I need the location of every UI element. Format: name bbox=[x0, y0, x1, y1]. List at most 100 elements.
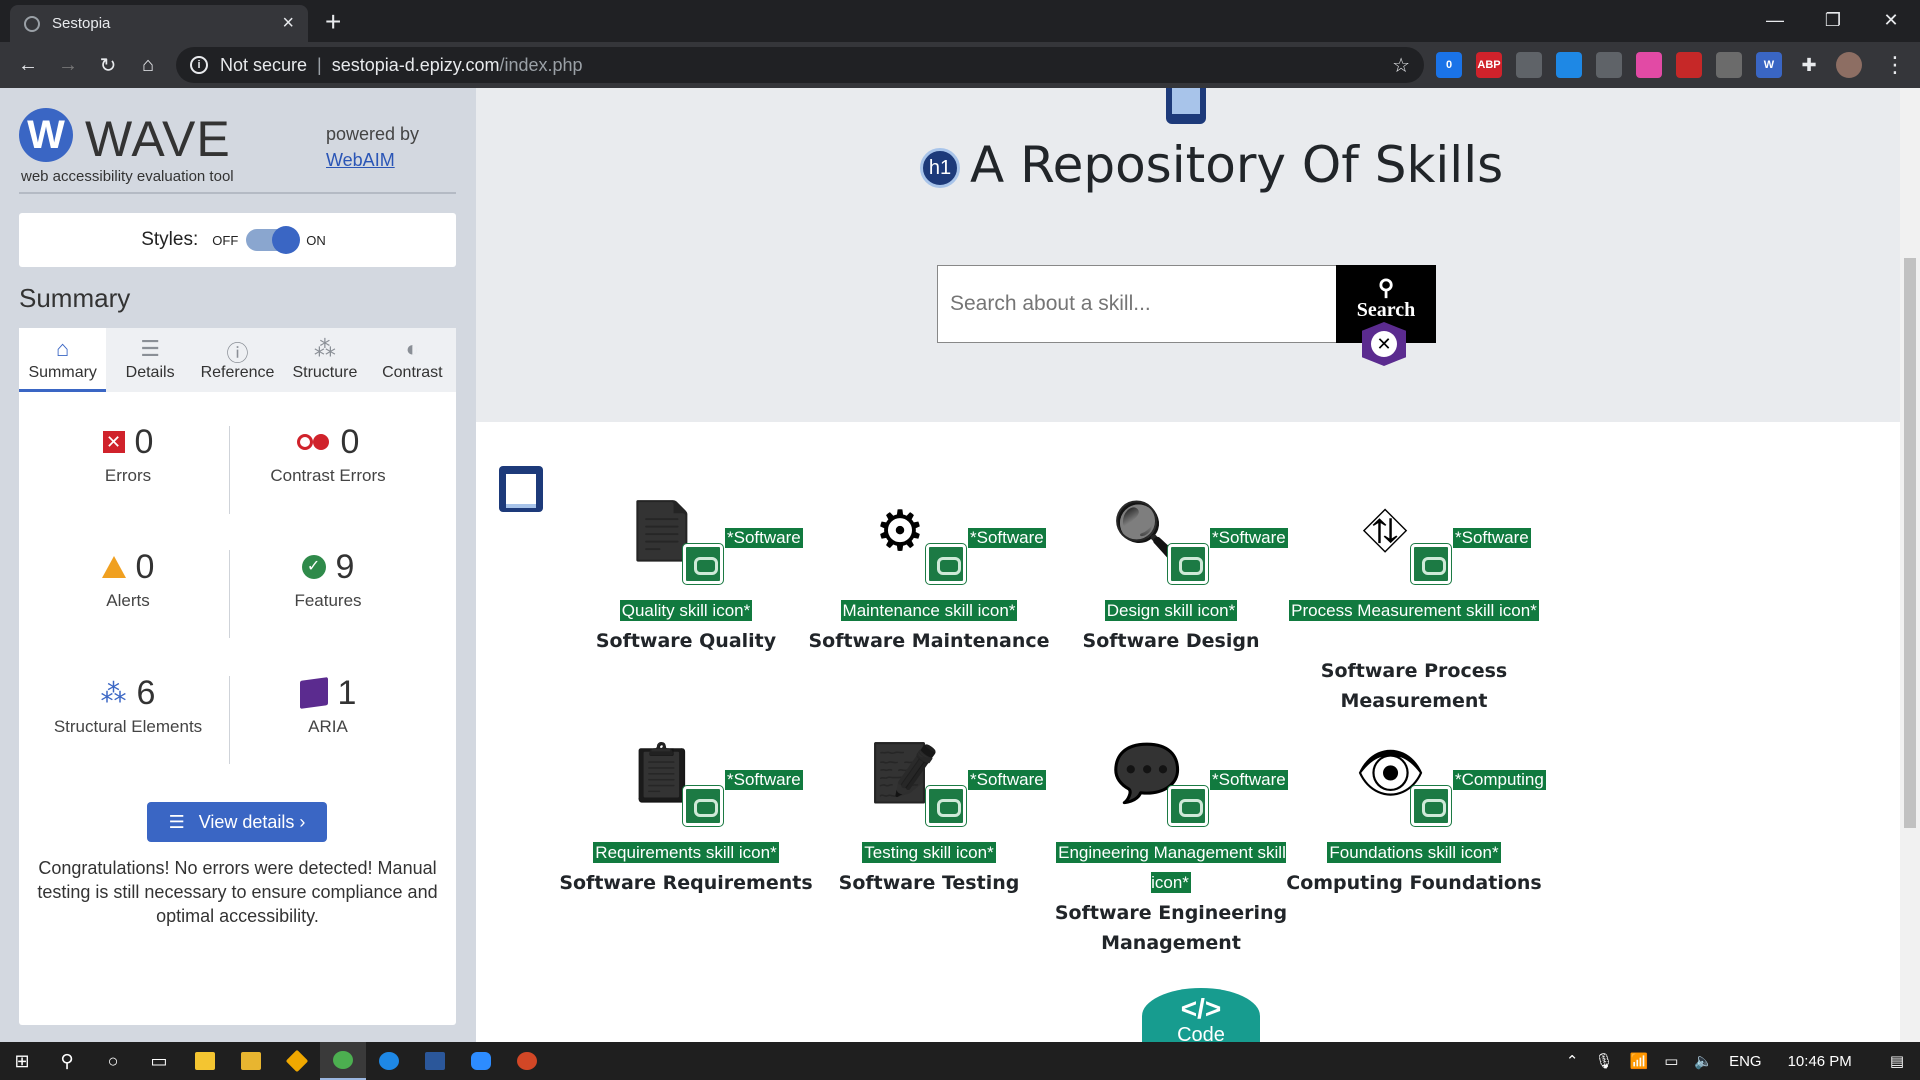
toggle-knob bbox=[272, 226, 301, 254]
styles-toggle[interactable] bbox=[246, 226, 301, 254]
code-gear-icon[interactable]: ⚙ bbox=[870, 496, 930, 566]
chrome-icon[interactable] bbox=[320, 1042, 366, 1080]
skill-name[interactable]: Software Quality bbox=[551, 626, 821, 656]
cortana-icon[interactable]: ○ bbox=[90, 1042, 136, 1080]
linked-image-icon[interactable] bbox=[683, 544, 723, 584]
webaim-link[interactable]: WebAIM bbox=[326, 150, 395, 171]
alt-text-label: Foundations skill icon* bbox=[1279, 838, 1549, 868]
h1-badge-icon[interactable]: h1 bbox=[920, 148, 960, 188]
extensions-puzzle-icon[interactable]: ✚ bbox=[1796, 52, 1822, 78]
landmark-icon[interactable] bbox=[1166, 88, 1206, 124]
word-icon[interactable] bbox=[412, 1042, 458, 1080]
structure-icon: ⁂ bbox=[100, 677, 127, 708]
close-window-icon[interactable]: ✕ bbox=[1862, 0, 1920, 40]
skill-name[interactable]: Software Requirements bbox=[551, 868, 821, 898]
linked-image-icon[interactable] bbox=[1168, 544, 1208, 584]
url-path: /index.php bbox=[499, 54, 583, 75]
bookmark-star-icon[interactable]: ☆ bbox=[1392, 53, 1410, 78]
security-label: Not secure bbox=[220, 54, 308, 75]
notifications-icon[interactable]: ▤ bbox=[1890, 1052, 1904, 1070]
page-scrollbar[interactable] bbox=[1900, 88, 1920, 1042]
person-chat-icon[interactable]: 💬 bbox=[1112, 738, 1182, 808]
menu-icon[interactable]: ⋮ bbox=[1884, 52, 1906, 78]
list-icon: ☰ bbox=[168, 811, 185, 832]
tab-structure[interactable]: ⁂ Structure bbox=[281, 328, 368, 392]
search-icon[interactable]: ⚲ bbox=[44, 1042, 90, 1080]
color-grid-icon[interactable] bbox=[1636, 52, 1662, 78]
checklist-pen-icon[interactable]: 📝 bbox=[870, 738, 940, 808]
person-search-icon[interactable]: 🔍 bbox=[1112, 496, 1182, 566]
new-tab-button[interactable]: + bbox=[325, 6, 341, 38]
clipboard-list-icon[interactable]: 📋 bbox=[627, 738, 697, 808]
zoom-icon[interactable] bbox=[458, 1042, 504, 1080]
reader-icon[interactable] bbox=[1716, 52, 1742, 78]
powerpoint-icon[interactable] bbox=[504, 1042, 550, 1080]
scrollbar-thumb[interactable] bbox=[1904, 258, 1916, 828]
view-details-button[interactable]: ☰ View details › bbox=[147, 802, 327, 842]
ext-badge-icon[interactable]: 0 bbox=[1436, 52, 1462, 78]
skill-name[interactable]: Software Design bbox=[1036, 626, 1306, 656]
linked-image-icon[interactable] bbox=[926, 786, 966, 826]
window-controls: — ❐ ✕ bbox=[1746, 0, 1920, 40]
start-icon[interactable]: ⊞ bbox=[0, 1042, 44, 1080]
wave-sidebar: W WAVE web accessibility evaluation tool… bbox=[0, 88, 476, 1042]
chevron-up-icon[interactable]: ⌃ bbox=[1566, 1052, 1579, 1070]
alt-text-label: Process Measurement skill icon* bbox=[1279, 596, 1549, 626]
camera-icon[interactable] bbox=[1596, 52, 1622, 78]
skill-name[interactable]: Computing Foundations bbox=[1279, 868, 1549, 898]
adblock-plus-icon[interactable]: ABP bbox=[1476, 52, 1502, 78]
close-tab-icon[interactable]: × bbox=[282, 12, 294, 35]
microphone-icon[interactable]: 🎙 bbox=[1594, 1052, 1613, 1070]
errors-label: Errors bbox=[104, 466, 152, 485]
skill-name[interactable]: Software Engineering Management bbox=[1036, 898, 1306, 958]
linked-image-icon[interactable] bbox=[1411, 544, 1451, 584]
language-indicator[interactable]: ENG bbox=[1729, 1053, 1762, 1070]
wave-ext-icon[interactable]: W bbox=[1756, 52, 1782, 78]
section-landmark-icon[interactable] bbox=[499, 466, 543, 512]
restore-icon[interactable]: ❐ bbox=[1804, 0, 1862, 40]
linked-image-icon[interactable] bbox=[926, 544, 966, 584]
linked-image-icon[interactable] bbox=[1411, 786, 1451, 826]
screen-icon[interactable] bbox=[1556, 52, 1582, 78]
home-icon: ⌂ bbox=[56, 336, 70, 361]
forward-icon[interactable]: → bbox=[48, 54, 88, 77]
app-icon[interactable] bbox=[274, 1042, 320, 1080]
minimize-icon[interactable]: — bbox=[1746, 0, 1804, 40]
alt-text-label: *Software bbox=[968, 770, 1046, 790]
pdf-icon[interactable] bbox=[1676, 52, 1702, 78]
linked-image-icon[interactable] bbox=[683, 786, 723, 826]
info-icon[interactable]: i bbox=[190, 56, 208, 74]
skill-name[interactable]: Software Process Measurement bbox=[1279, 656, 1549, 716]
sticky-notes-icon[interactable] bbox=[182, 1042, 228, 1080]
code-button[interactable]: </> Code bbox=[1142, 988, 1260, 1042]
summary-panel: ⌂ Summary ☰ Details ⓘ Reference ⁂ Structure ◐ Con… bbox=[19, 328, 456, 1025]
browser-tab[interactable]: Sestopia × bbox=[10, 5, 308, 42]
tab-reference[interactable]: ⓘ Reference bbox=[194, 328, 281, 392]
back-icon[interactable]: ← bbox=[8, 54, 48, 77]
tab-details[interactable]: ☰ Details bbox=[106, 328, 193, 392]
file-explorer-icon[interactable] bbox=[228, 1042, 274, 1080]
profile-avatar[interactable] bbox=[1836, 52, 1862, 78]
network-icon[interactable]: 📶 bbox=[1630, 1052, 1649, 1070]
home-icon[interactable]: ⌂ bbox=[128, 54, 168, 77]
clock[interactable]: 10:46 PM bbox=[1788, 1053, 1852, 1070]
tab-summary[interactable]: ⌂ Summary bbox=[19, 328, 107, 392]
document-check-icon[interactable]: 📄 bbox=[627, 496, 697, 566]
eye-search-icon[interactable]: 👁 bbox=[1355, 738, 1426, 808]
flowchart-icon[interactable]: ⛗ bbox=[1355, 496, 1415, 566]
search-input[interactable] bbox=[937, 265, 1337, 343]
linked-image-icon[interactable] bbox=[1168, 786, 1208, 826]
edge-icon[interactable] bbox=[366, 1042, 412, 1080]
task-view-icon[interactable]: ▭ bbox=[136, 1042, 182, 1080]
alt-text-label: *Software bbox=[968, 528, 1046, 548]
address-bar[interactable]: i Not secure | sestopia-d.epizy.com/inde… bbox=[176, 47, 1424, 83]
skill-name[interactable]: Software Testing bbox=[794, 868, 1064, 898]
stat-features: ✓ 9 Features bbox=[228, 545, 428, 611]
battery-icon[interactable]: ▭ bbox=[1664, 1052, 1678, 1070]
aria-flag-icon[interactable]: ✕ bbox=[1362, 322, 1406, 366]
skill-name[interactable]: Software Maintenance bbox=[794, 626, 1064, 656]
volume-icon[interactable]: 🔈 bbox=[1694, 1052, 1713, 1070]
tab-contrast[interactable]: ◐ Contrast bbox=[369, 328, 456, 392]
reload-icon[interactable]: ↻ bbox=[88, 53, 128, 78]
bulb-icon[interactable] bbox=[1516, 52, 1542, 78]
